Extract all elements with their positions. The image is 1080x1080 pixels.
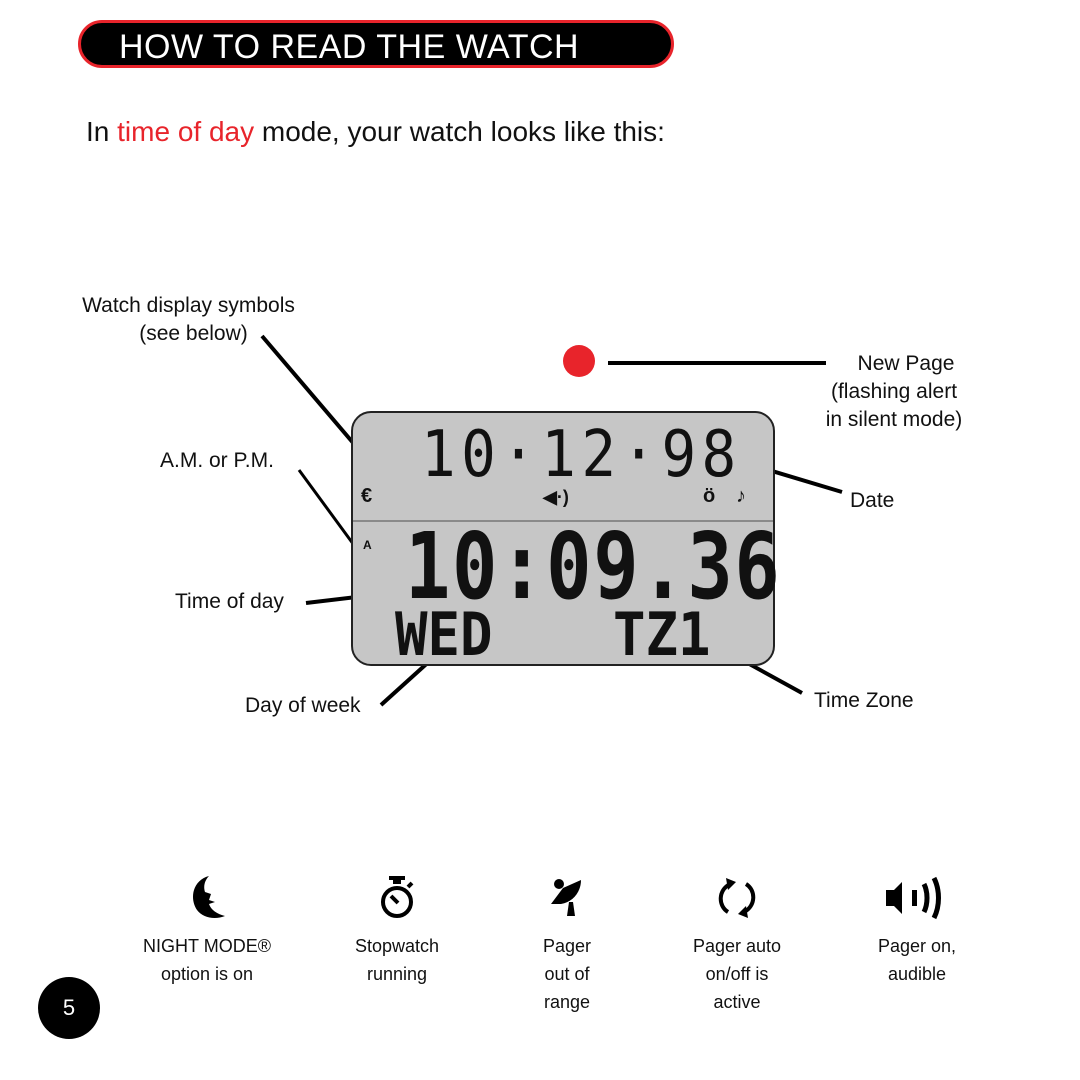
callout-text: Watch display symbols [82, 294, 295, 317]
symbol-desc: NIGHT MODE® [143, 936, 271, 956]
symbol-desc: running [366, 964, 428, 984]
symbol-pager-auto: Pager auto on/off is active [652, 868, 822, 1016]
satellite-dish-icon [482, 868, 652, 928]
am-indicator-icon: A [363, 538, 372, 552]
callout-text: in silent mode) [825, 408, 963, 431]
callout-date: Date [850, 489, 895, 512]
symbol-desc: audible [887, 964, 947, 984]
callout-display-symbols: Watch display symbols (see below) [66, 294, 311, 346]
auto-cycle-icon [652, 868, 822, 928]
note-lcd-icon: ♪ [736, 485, 746, 507]
callout-text: New Page [857, 352, 955, 375]
callout-time-of-day: Time of day [175, 590, 284, 613]
callout-new-page: New Page (flashing alert in silent mode) [808, 352, 980, 432]
stopwatch-lcd-icon: ö [703, 485, 716, 507]
symbol-pager-audible: Pager on, audible [832, 868, 1002, 988]
symbol-desc: Pager [542, 936, 592, 956]
symbol-desc: Pager auto [692, 936, 782, 956]
callout-time-zone: Time Zone [814, 689, 914, 712]
lcd-day: WED [395, 600, 493, 670]
page-number-badge: 5 [38, 977, 100, 1039]
moon-icon [122, 868, 292, 928]
callout-text: (see below) [139, 322, 248, 345]
stopwatch-icon [312, 868, 482, 928]
watch-lcd-display: 10·12·98 € ◀·) ö ♪ A 10:09.36 WED TZ1 [351, 411, 780, 670]
symbol-desc: Pager on, [877, 936, 957, 956]
symbol-desc: on/off is [705, 964, 769, 984]
callout-day-of-week: Day of week [245, 694, 361, 717]
symbol-desc: range [543, 992, 591, 1012]
symbol-night-mode: NIGHT MODE® option is on [122, 868, 292, 988]
speaker-lcd-icon: ◀·) [543, 487, 569, 507]
night-mode-lcd-icon: € [361, 485, 373, 507]
new-page-alert-dot [563, 345, 595, 377]
symbol-desc: out of [544, 964, 590, 984]
lcd-date: 10·12·98 [421, 418, 742, 492]
symbol-stopwatch: Stopwatch running [312, 868, 482, 988]
symbol-pager-out-of-range: Pager out of range [482, 868, 652, 1016]
callout-text: (flashing alert [830, 380, 958, 403]
speaker-icon [832, 868, 1002, 928]
symbol-desc: Stopwatch [354, 936, 440, 956]
symbol-desc: active [713, 992, 761, 1012]
symbol-desc: option is on [160, 964, 254, 984]
lcd-time-zone: TZ1 [613, 600, 711, 670]
callout-am-pm: A.M. or P.M. [160, 449, 274, 472]
